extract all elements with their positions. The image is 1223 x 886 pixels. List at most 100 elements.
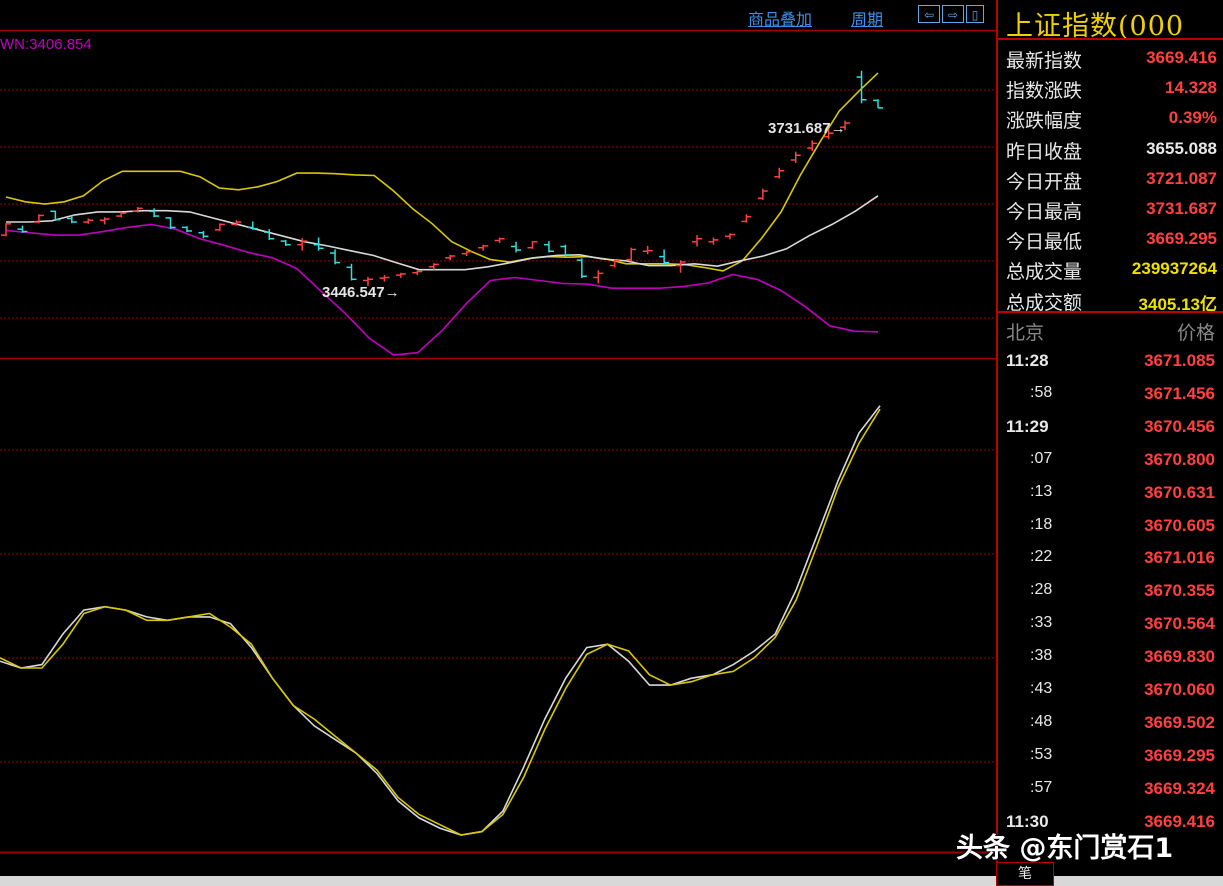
tick-time: 11:29 [1006,416,1049,436]
quote-value: 14.328 [1165,78,1217,98]
quote-row: 今日开盘 3721.087 [998,163,1223,193]
candle [181,226,192,233]
panel-toggle-button[interactable]: ▯ [966,5,984,23]
candle [642,245,653,255]
quote-label: 今日最高 [1006,201,1083,223]
low-annotation: 3446.547→ [322,284,400,301]
tick-time: :33 [1030,614,1053,632]
tick-price: 3670.060 [1144,680,1215,699]
bollinger-lower-line [5,223,879,356]
scroll-left-button[interactable]: ⇦ [918,5,940,23]
tick-row: 11:28 3671.085 [998,345,1223,377]
ticks-header-time: 北京 [1006,322,1045,344]
quote-label: 总成交量 [1006,261,1083,284]
tick-row: :33 3670.564 [998,608,1223,640]
candle [264,229,275,240]
candle [873,99,883,109]
quote-row: 涨跌幅度 0.39% [998,102,1223,132]
quote-row: 昨日收盘 3655.088 [998,133,1223,163]
tick-time: :28 [1030,581,1053,599]
quote-value: 3669.416 [1146,48,1217,67]
tick-time: :13 [1030,482,1053,500]
tick-time: :18 [1030,515,1053,533]
quote-label: 今日最低 [1006,231,1083,254]
candle [543,241,554,253]
quote-row: 总成交额 3405.13亿 [998,284,1223,314]
tick-row: :28 3670.355 [998,575,1223,607]
candle [198,230,209,239]
quote-value: 3669.295 [1146,229,1217,249]
high-annotation: 3731.687→ [768,120,846,137]
tick-time: :07 [1030,449,1053,467]
candle [1,223,11,237]
candle [478,244,489,251]
candle [741,214,752,223]
tick-time: :57 [1030,778,1053,796]
candle [132,207,143,213]
candle [346,263,357,281]
chart-area[interactable]: 商品叠加 周期 ⇦ ⇨ ▯ WN:3406.854 3731.687→ 3446… [0,0,996,876]
quote-label: 涨跌幅度 [1006,110,1083,133]
tick-price: 3670.631 [1144,482,1215,502]
quote-label: 今日开盘 [1006,170,1083,193]
tick-price: 3669.295 [1144,745,1215,765]
quote-panel: 上证指数(000 最新指数 3669.416 指数涨跌 14.328 涨跌幅度 0.39%… [996,0,1223,886]
ticks-header-price: 价格 [1176,322,1215,344]
tick-time: :43 [1030,680,1053,697]
oscillator-line-2 [0,408,881,836]
candle [280,239,291,246]
tick-row: :22 3671.016 [998,542,1223,574]
candle [445,254,456,261]
tick-price: 3669.830 [1144,647,1215,667]
quote-value: 239937264 [1131,259,1217,279]
index-title: 上证指数(000 [1006,11,1185,38]
candle [412,270,423,276]
quote-row: 今日最高 3731.687 [998,193,1223,223]
tick-row: :58 3671.456 [998,378,1223,410]
quote-value: 0.39% [1168,108,1217,128]
ticks-tab[interactable]: 笔 [996,862,1054,886]
quote-value: 3721.087 [1146,168,1217,188]
candle [724,233,735,240]
overlay-link[interactable]: 商品叠加 [748,6,812,30]
tick-time: :48 [1030,712,1053,730]
tick-row: :18 3670.605 [998,510,1223,542]
nav-buttons: ⇦ ⇨ ▯ [918,5,984,25]
tick-row: :13 3670.631 [998,477,1223,509]
tick-row: :38 3669.830 [998,641,1223,673]
candle [313,237,324,251]
tick-price: 3669.324 [1144,778,1215,798]
quote-label: 昨日收盘 [1006,140,1083,163]
tick-price: 3670.355 [1144,581,1215,601]
candle [790,151,801,163]
candle [774,167,785,179]
tick-price: 3671.016 [1144,548,1215,568]
candle [511,241,522,253]
period-link[interactable]: 周期 [851,6,883,30]
tick-row: :57 3669.324 [998,773,1223,805]
scroll-right-button[interactable]: ⇨ [942,5,964,23]
quote-value: 3655.088 [1146,138,1217,158]
quote-value: 3731.687 [1146,199,1217,218]
tick-row: :07 3670.800 [998,444,1223,476]
tick-time: :53 [1030,745,1053,763]
candle [50,210,61,221]
oscillator-line-1 [0,405,881,836]
tick-row: :43 3670.060 [998,674,1223,706]
candle [395,272,406,279]
quote-row: 今日最低 3669.295 [998,223,1223,253]
quote-row: 最新指数 3669.416 [998,42,1223,72]
quote-label: 最新指数 [1006,50,1083,72]
watermark: 头条 @东门赏石1 [956,833,1174,864]
bollinger-lower-label: WN:3406.854 [0,36,92,53]
kline-chart[interactable] [0,0,996,876]
tick-price: 3669.502 [1144,712,1215,732]
tick-price: 3671.456 [1144,383,1215,403]
candle [83,218,94,224]
tick-time: 11:28 [1006,351,1049,370]
tick-price: 3671.085 [1144,351,1215,370]
candle [675,260,686,273]
candle [692,235,703,247]
candle [379,275,390,282]
candle [214,223,225,231]
